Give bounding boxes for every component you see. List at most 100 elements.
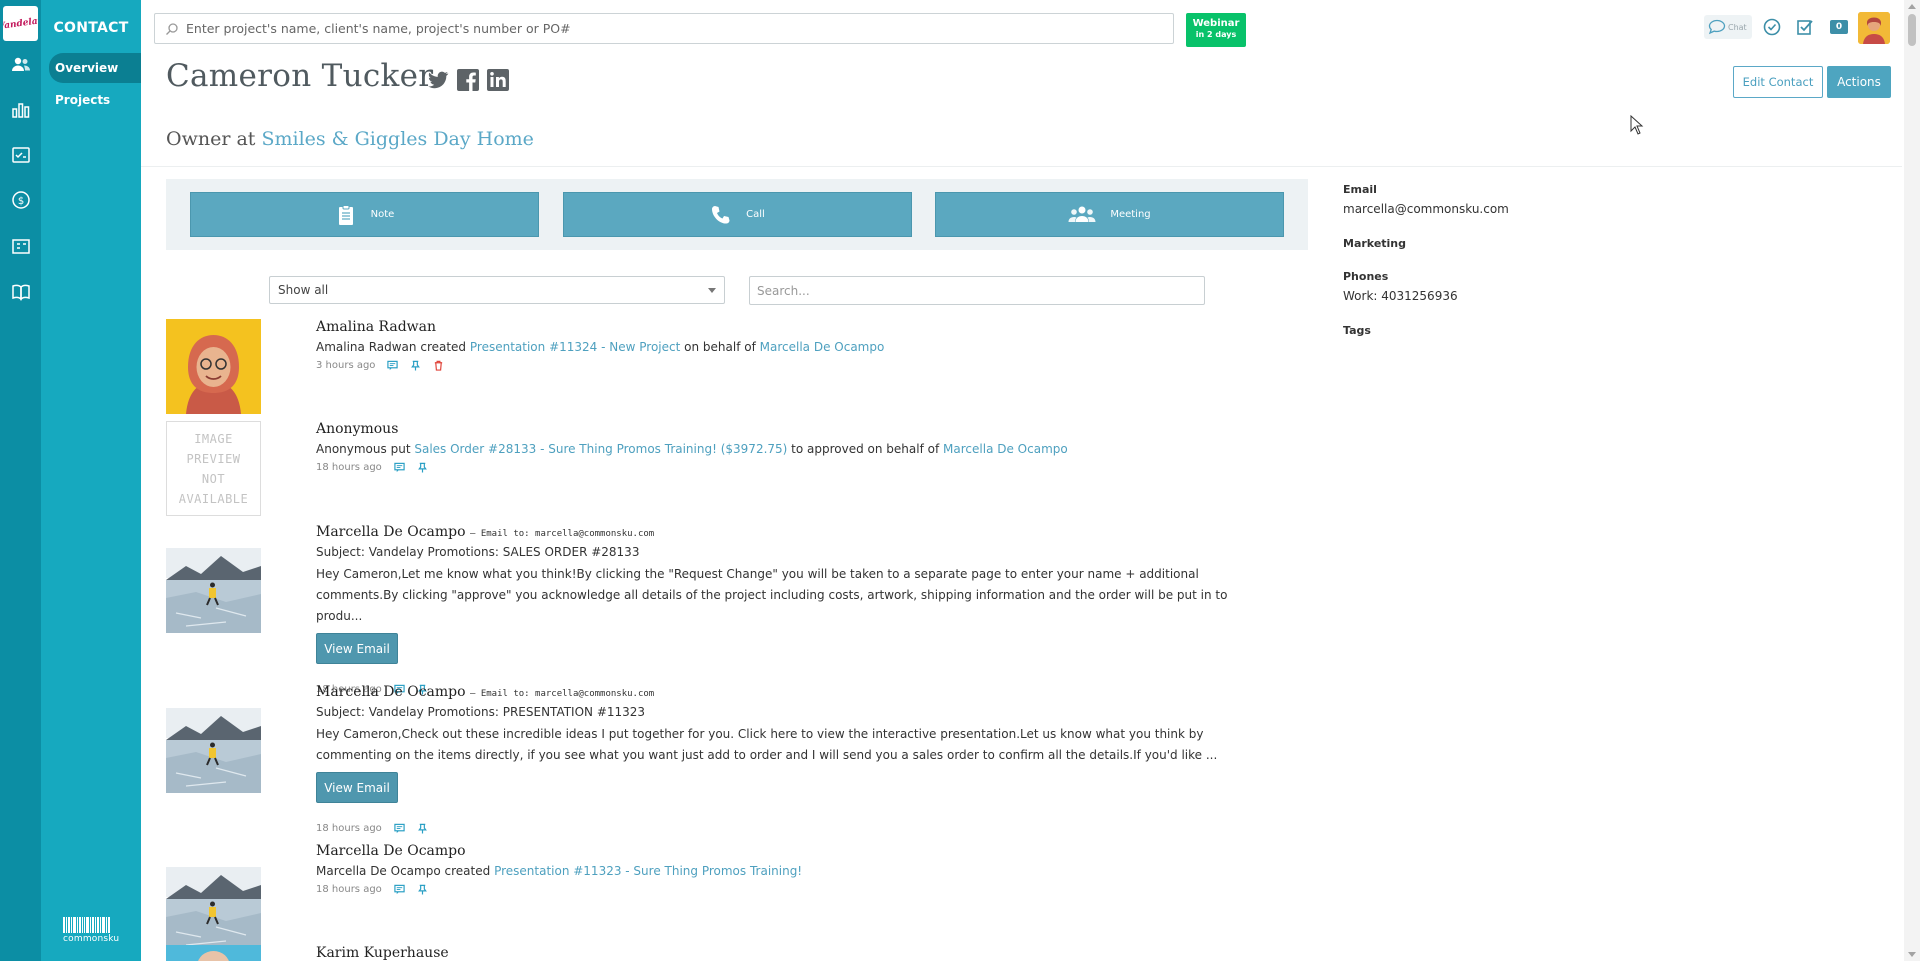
- facebook-icon[interactable]: [456, 68, 480, 92]
- icon-rail: Vandelay $: [0, 0, 41, 961]
- feed-author-name: Marcella De Ocampo: [316, 684, 466, 700]
- linkedin-icon[interactable]: [486, 68, 510, 92]
- feed-project-link[interactable]: Presentation #11323 - Sure Thing Promos …: [494, 864, 802, 878]
- ice-landscape-photo: [166, 538, 261, 633]
- user-avatar[interactable]: [1858, 12, 1890, 44]
- comment-icon[interactable]: [394, 462, 405, 473]
- phones-label: Phones: [1343, 270, 1389, 283]
- barcode-graphic: [63, 917, 119, 933]
- finance-icon[interactable]: $: [10, 189, 32, 211]
- feed-time: 3 hours ago: [316, 360, 376, 371]
- tasks-icon[interactable]: [1795, 17, 1815, 37]
- add-note-button[interactable]: Note: [190, 192, 539, 237]
- feed-user-link[interactable]: Marcella De Ocampo: [760, 340, 885, 354]
- placeholder-text-line-2: NOT AVAILABLE: [178, 471, 249, 506]
- email-preview-text: Hey Cameron,Let me know what you think!B…: [316, 567, 1228, 623]
- feed-mid-text: to approved on behalf of: [791, 442, 940, 456]
- view-email-button[interactable]: View Email: [316, 633, 398, 664]
- email-value[interactable]: marcella@commonsku.com: [1343, 202, 1509, 216]
- department-section: Marketing: [1343, 237, 1406, 250]
- stats-icon[interactable]: [10, 98, 32, 120]
- people-group-icon: [1068, 206, 1096, 222]
- clock-check-icon[interactable]: [1762, 17, 1782, 37]
- tags-label: Tags: [1343, 324, 1371, 337]
- feed-author: Amalina Radwan: [316, 319, 437, 335]
- resources-book-icon[interactable]: [10, 281, 32, 303]
- scroll-up-arrow[interactable]: [1908, 4, 1916, 9]
- author-photo: [166, 945, 261, 961]
- logo-text: Vandelay: [3, 15, 38, 32]
- placeholder-text-line-1: IMAGE PREVIEW: [186, 431, 241, 466]
- comment-icon[interactable]: [387, 360, 399, 371]
- webinar-badge[interactable]: Webinar in 2 days: [1186, 13, 1246, 47]
- global-search-input[interactable]: [186, 21, 1166, 36]
- scroll-down-arrow[interactable]: [1908, 952, 1916, 957]
- clipboard-icon: [338, 204, 353, 225]
- feed-sales-order-link[interactable]: Sales Order #28133 - Sure Thing Promos T…: [414, 442, 787, 456]
- company-link[interactable]: Smiles & Giggles Day Home: [261, 128, 533, 150]
- image-placeholder: IMAGE PREVIEW NOT AVAILABLE: [166, 421, 261, 516]
- notification-count-badge[interactable]: 0: [1830, 20, 1848, 34]
- ice-landscape-photo: [166, 857, 261, 952]
- log-call-button[interactable]: Call: [563, 192, 912, 237]
- activity-filter-select[interactable]: Show all: [269, 276, 725, 304]
- author-photo: [166, 319, 261, 414]
- pin-icon[interactable]: [417, 462, 428, 473]
- feed-project-link[interactable]: Presentation #11324 - New Project: [470, 340, 680, 354]
- contact-name: Cameron Tucker: [166, 58, 434, 94]
- commonsku-logo: commonsku: [63, 917, 119, 945]
- company-icon[interactable]: [10, 235, 32, 257]
- email-recipient: – Email to: marcella@commonsku.com: [470, 529, 655, 539]
- page-scrollbar[interactable]: [1904, 0, 1920, 961]
- phone-value[interactable]: Work: 4031256936: [1343, 289, 1458, 303]
- contacts-icon[interactable]: [10, 54, 32, 76]
- app-root: Vandelay $ CONTACT Overview Projects com…: [0, 0, 1920, 961]
- feed-time: 18 hours ago: [316, 823, 382, 834]
- author-avatar: [166, 538, 261, 633]
- feed-description: Anonymous put Sales Order #28133 - Sure …: [316, 442, 1068, 456]
- feed-verb: created: [420, 340, 467, 354]
- phone-icon: [712, 205, 730, 224]
- company-logo[interactable]: Vandelay: [3, 6, 38, 41]
- view-email-button[interactable]: View Email: [316, 772, 398, 803]
- nav-item-projects[interactable]: Projects: [49, 85, 141, 115]
- log-meeting-button[interactable]: Meeting: [935, 192, 1284, 237]
- feed-description: Amalina Radwan created Presentation #113…: [316, 340, 884, 354]
- email-subject: Subject: Vandelay Promotions: PRESENTATI…: [316, 705, 646, 719]
- activity-buttons-bar: Note Call Meeting: [166, 179, 1308, 250]
- email-preview-text: Hey Cameron,Check out these incredible i…: [316, 727, 1218, 762]
- email-recipient: – Email to: marcella@commonsku.com: [470, 689, 655, 699]
- chevron-down-icon: [708, 288, 716, 293]
- section-nav: CONTACT Overview Projects commonsku: [41, 0, 141, 961]
- feed-time: 18 hours ago: [316, 884, 382, 895]
- comment-icon[interactable]: [394, 823, 405, 834]
- feed-description: Marcella De Ocampo created Presentation …: [316, 864, 802, 878]
- nav-item-overview[interactable]: Overview: [49, 53, 141, 83]
- email-subject: Subject: Vandelay Promotions: SALES ORDE…: [316, 545, 640, 559]
- feed-mid-text: on behalf of: [684, 340, 756, 354]
- feed-author: Marcella De Ocampo – Email to: marcella@…: [316, 684, 1256, 700]
- trash-icon[interactable]: [433, 360, 444, 371]
- feed-author: Anonymous: [316, 421, 399, 437]
- feed-meta: 3 hours ago: [316, 360, 884, 371]
- pin-icon[interactable]: [410, 360, 421, 371]
- department-label: Marketing: [1343, 237, 1407, 250]
- feed-user-link[interactable]: Marcella De Ocampo: [943, 442, 1068, 456]
- header-divider: [141, 166, 1902, 167]
- feed-author: Karim Kuperhause: [316, 945, 449, 961]
- chat-button[interactable]: Chat: [1704, 15, 1752, 39]
- pin-icon[interactable]: [417, 823, 428, 834]
- contact-role-line: Owner at Smiles & Giggles Day Home: [166, 128, 534, 150]
- scroll-thumb[interactable]: [1908, 14, 1916, 46]
- section-title: CONTACT: [53, 20, 129, 36]
- tags-section: Tags: [1343, 324, 1371, 337]
- activity-search-input[interactable]: [749, 276, 1205, 305]
- pin-icon[interactable]: [417, 884, 428, 895]
- comment-icon[interactable]: [394, 884, 405, 895]
- edit-contact-button[interactable]: Edit Contact: [1733, 66, 1823, 98]
- actions-button[interactable]: Actions: [1827, 66, 1891, 98]
- chat-bubble-icon: [1708, 19, 1726, 35]
- twitter-icon[interactable]: [426, 68, 450, 92]
- projects-icon[interactable]: [10, 144, 32, 166]
- author-avatar: [166, 857, 261, 952]
